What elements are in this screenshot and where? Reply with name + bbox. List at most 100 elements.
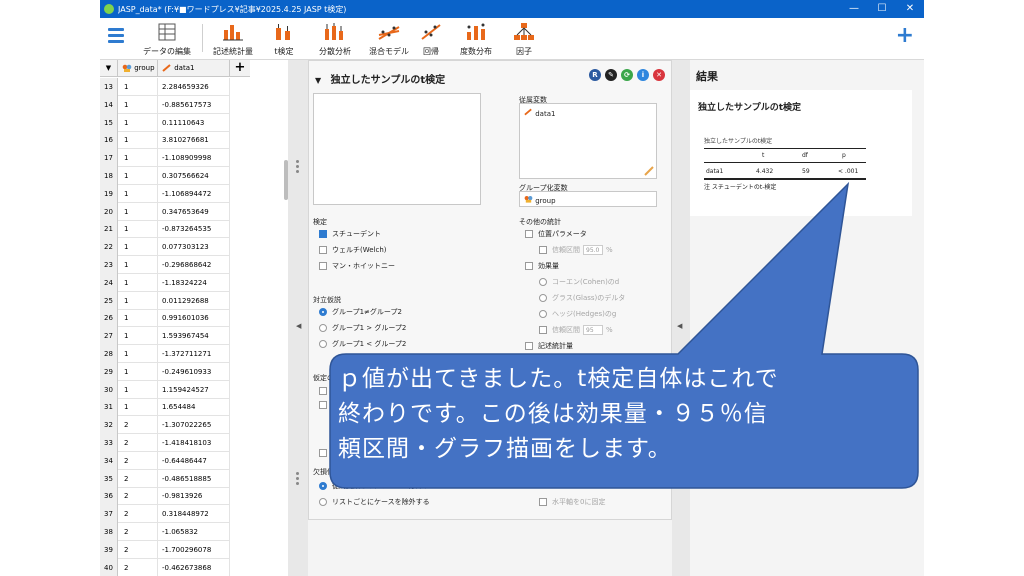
ci-value-input[interactable]: 95.0 xyxy=(583,245,603,255)
grouping-variable-box[interactable]: group xyxy=(519,191,657,207)
collapse-arrow-icon[interactable]: ◀ xyxy=(296,322,301,330)
table-row[interactable]: 21 1 -0.873264535 xyxy=(100,220,230,239)
collapse-triangle-icon[interactable]: ▼ xyxy=(315,76,321,85)
cell-group[interactable]: 2 xyxy=(118,469,158,488)
cell-group[interactable]: 1 xyxy=(118,184,158,203)
drag-handle-icon[interactable] xyxy=(296,160,300,175)
ribbon-factor-button[interactable]: 因子 xyxy=(504,20,544,58)
cell-group[interactable]: 1 xyxy=(118,238,158,257)
cell-data1[interactable]: 1.593967454 xyxy=(158,327,230,346)
collapse-arrow-icon[interactable]: ◀ xyxy=(677,322,682,330)
dependent-variable-box[interactable]: data1 xyxy=(519,103,657,179)
table-row[interactable]: 19 1 -1.106894472 xyxy=(100,184,230,203)
radio-icon[interactable] xyxy=(319,340,327,348)
checkbox-checked-icon[interactable] xyxy=(319,230,327,238)
cell-group[interactable]: 1 xyxy=(118,345,158,363)
table-row[interactable]: 24 1 -1.18324224 xyxy=(100,273,230,292)
checkbox-icon[interactable] xyxy=(319,262,327,270)
variables-list[interactable] xyxy=(313,93,481,205)
drag-handle-icon[interactable] xyxy=(296,472,300,487)
close-button[interactable]: ✕ xyxy=(896,0,924,18)
ci-effect-input[interactable]: 95 xyxy=(583,325,603,335)
table-row[interactable]: 33 2 -1.418418103 xyxy=(100,434,230,452)
table-row[interactable]: 29 1 -0.249610933 xyxy=(100,362,230,381)
ribbon-frequencies-button[interactable]: 度数分布 xyxy=(454,20,498,58)
cell-group[interactable]: 1 xyxy=(118,220,158,239)
cell-group[interactable]: 2 xyxy=(118,505,158,524)
table-row[interactable]: 32 2 -1.307022265 xyxy=(100,416,230,435)
dependent-item[interactable]: data1 xyxy=(524,108,555,118)
table-row[interactable]: 27 1 1.593967454 xyxy=(100,327,230,346)
checkbox-icon[interactable] xyxy=(525,262,533,270)
cell-group[interactable]: 1 xyxy=(118,362,158,381)
r-syntax-icon[interactable]: R xyxy=(589,69,601,81)
cell-group[interactable]: 2 xyxy=(118,540,158,559)
checkbox-icon[interactable] xyxy=(539,246,547,254)
cell-data1[interactable]: 1.159424527 xyxy=(158,380,230,399)
cell-group[interactable]: 2 xyxy=(118,451,158,470)
table-row[interactable]: 13 1 2.284659326 xyxy=(100,78,230,96)
column-header-group[interactable]: group xyxy=(118,60,158,77)
radio-selected-icon[interactable] xyxy=(319,308,327,316)
assumption-checkbox-3[interactable] xyxy=(319,449,332,457)
table-row[interactable]: 28 1 -1.372711271 xyxy=(100,345,230,363)
welch-checkbox[interactable]: ウェルチ(Welch) xyxy=(319,245,387,255)
cell-group[interactable]: 1 xyxy=(118,327,158,346)
edit-icon[interactable]: ✎ xyxy=(605,69,617,81)
cell-group[interactable]: 1 xyxy=(118,167,158,185)
cell-group[interactable]: 1 xyxy=(118,380,158,399)
cell-group[interactable]: 1 xyxy=(118,149,158,168)
checkbox-icon[interactable] xyxy=(525,230,533,238)
cell-data1[interactable]: -0.462673868 xyxy=(158,558,230,576)
cell-data1[interactable]: -0.9813926 xyxy=(158,487,230,506)
cell-group[interactable]: 1 xyxy=(118,291,158,310)
radio-icon[interactable] xyxy=(539,294,547,302)
radio-selected-icon[interactable] xyxy=(319,482,327,490)
table-row[interactable]: 30 1 1.159424527 xyxy=(100,380,230,399)
cell-data1[interactable]: -0.885617573 xyxy=(158,95,230,114)
checkbox-icon[interactable] xyxy=(539,326,547,334)
cell-data1[interactable]: -1.106894472 xyxy=(158,184,230,203)
cell-data1[interactable]: -1.307022265 xyxy=(158,416,230,435)
radio-icon[interactable] xyxy=(539,278,547,286)
table-row[interactable]: 31 1 1.654484 xyxy=(100,398,230,417)
cell-group[interactable]: 1 xyxy=(118,398,158,417)
cell-data1[interactable]: -1.065832 xyxy=(158,523,230,541)
duplicate-icon[interactable]: ⟳ xyxy=(621,69,633,81)
cell-group[interactable]: 2 xyxy=(118,523,158,541)
ribbon-regression-button[interactable]: 回帰 xyxy=(414,20,448,58)
radio-icon[interactable] xyxy=(539,310,547,318)
glass-delta-radio[interactable]: グラス(Glass)のデルタ xyxy=(539,293,625,303)
splitter-left[interactable]: ◀ xyxy=(288,60,308,576)
assumption-checkbox-1[interactable] xyxy=(319,387,332,395)
cell-group[interactable]: 1 xyxy=(118,113,158,132)
table-row[interactable]: 25 1 0.011292688 xyxy=(100,291,230,310)
checkbox-icon[interactable] xyxy=(319,449,327,457)
add-module-button[interactable]: + xyxy=(896,25,914,47)
cell-data1[interactable]: -0.296868642 xyxy=(158,256,230,274)
table-row[interactable]: 23 1 -0.296868642 xyxy=(100,256,230,274)
mann-whitney-checkbox[interactable]: マン・ホイットニー xyxy=(319,261,395,271)
cell-data1[interactable]: 1.654484 xyxy=(158,398,230,417)
cell-group[interactable]: 2 xyxy=(118,434,158,452)
alt-greater-radio[interactable]: グループ1 > グループ2 xyxy=(319,323,406,333)
cell-data1[interactable]: 0.307566624 xyxy=(158,167,230,185)
cell-group[interactable]: 2 xyxy=(118,558,158,576)
horizontal-axis-checkbox[interactable]: 水平軸を0に固定 xyxy=(539,497,605,507)
effect-size-checkbox[interactable]: 効果量 xyxy=(525,261,559,271)
hedges-g-radio[interactable]: ヘッジ(Hedges)のg xyxy=(539,309,616,319)
ci-effect-checkbox[interactable]: 信頼区間 95% xyxy=(539,325,613,335)
cell-data1[interactable]: 0.991601036 xyxy=(158,309,230,328)
table-row[interactable]: 40 2 -0.462673868 xyxy=(100,558,230,576)
checkbox-icon[interactable] xyxy=(319,387,327,395)
info-icon[interactable]: i xyxy=(637,69,649,81)
table-row[interactable]: 38 2 -1.065832 xyxy=(100,523,230,541)
ribbon-descriptives-button[interactable]: 記述統計量 xyxy=(208,20,258,58)
ribbon-edit-data-button[interactable]: データの編集 xyxy=(140,20,194,58)
table-row[interactable]: 26 1 0.991601036 xyxy=(100,309,230,328)
checkbox-icon[interactable] xyxy=(319,246,327,254)
table-row[interactable]: 16 1 3.810276681 xyxy=(100,131,230,150)
checkbox-icon[interactable] xyxy=(539,498,547,506)
ribbon-ttest-button[interactable]: t検定 xyxy=(264,20,304,58)
cell-group[interactable]: 1 xyxy=(118,202,158,221)
